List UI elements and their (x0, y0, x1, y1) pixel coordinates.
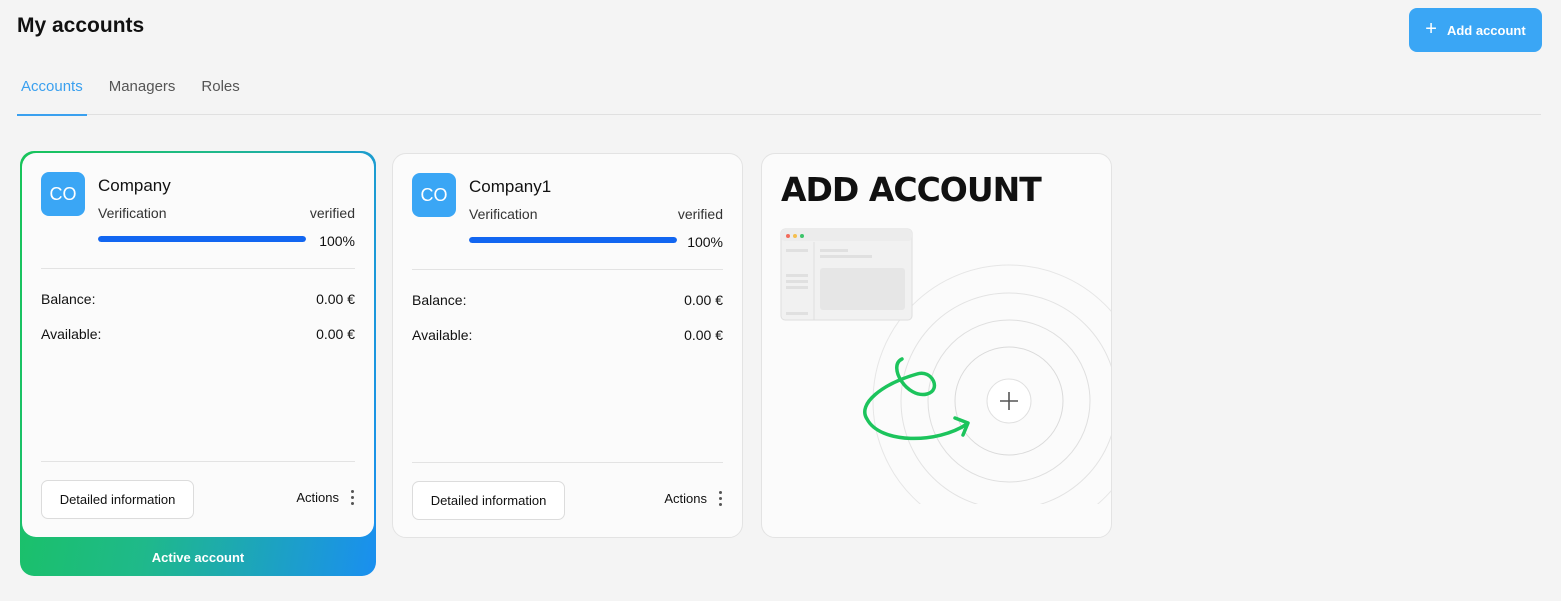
available-label: Available: (41, 326, 102, 342)
active-account-card: CO Company Verification verified 100% Ba… (20, 151, 376, 576)
verification-progress-bar (469, 237, 677, 243)
balance-value: 0.00 € (316, 291, 355, 307)
plus-circle-icon[interactable] (986, 378, 1032, 424)
verification-progress-text: 100% (319, 233, 355, 249)
account-card[interactable]: CO Company1 Verification verified 100% B… (392, 153, 743, 538)
actions-label: Actions (664, 491, 707, 506)
divider (412, 269, 723, 270)
available-value: 0.00 € (684, 327, 723, 343)
verification-status: verified (309, 205, 355, 221)
balance-label: Balance: (412, 292, 467, 308)
divider (41, 268, 355, 269)
browser-window-icon (780, 228, 913, 321)
active-account-label: Active account (151, 550, 245, 565)
verification-progress-bar (98, 236, 306, 242)
actions-menu[interactable]: Actions (296, 490, 354, 505)
account-name: Company1 (469, 177, 552, 196)
available-label: Available: (412, 327, 473, 343)
balance-label: Balance: (41, 291, 96, 307)
tab-bar: Accounts Managers Roles (17, 70, 1541, 116)
actions-label: Actions (296, 490, 339, 505)
divider (41, 461, 355, 462)
verification-label: Verification (98, 205, 167, 221)
avatar: CO (41, 172, 85, 216)
detailed-information-button[interactable]: Detailed information (41, 480, 194, 519)
verification-progress-fill (98, 236, 306, 242)
divider (412, 462, 723, 463)
verification-progress-text: 100% (687, 234, 723, 250)
kebab-menu-icon (351, 490, 354, 505)
swirl-arrow-icon (863, 357, 970, 441)
tab-accounts[interactable]: Accounts (17, 70, 87, 116)
verification-status: verified (677, 206, 723, 222)
detailed-information-button[interactable]: Detailed information (412, 481, 565, 520)
available-value: 0.00 € (316, 326, 355, 342)
plus-icon: + (1425, 18, 1437, 40)
add-account-illustration (780, 228, 1111, 504)
actions-menu[interactable]: Actions (664, 491, 722, 506)
add-account-button[interactable]: + Add account (1409, 8, 1542, 52)
verification-progress-fill (469, 237, 677, 243)
avatar: CO (412, 173, 456, 217)
account-card[interactable]: CO Company Verification verified 100% Ba… (22, 153, 374, 537)
account-name: Company (98, 176, 171, 195)
tab-roles[interactable]: Roles (197, 70, 243, 115)
add-account-title: ADD ACCOUNT (781, 170, 1042, 209)
page-title: My accounts (17, 14, 145, 37)
add-account-label: Add account (1446, 22, 1526, 38)
balance-value: 0.00 € (684, 292, 723, 308)
verification-label: Verification (469, 206, 538, 222)
tab-managers[interactable]: Managers (105, 70, 180, 115)
kebab-menu-icon (719, 491, 722, 506)
add-account-card[interactable]: ADD ACCOUNT (761, 153, 1112, 538)
